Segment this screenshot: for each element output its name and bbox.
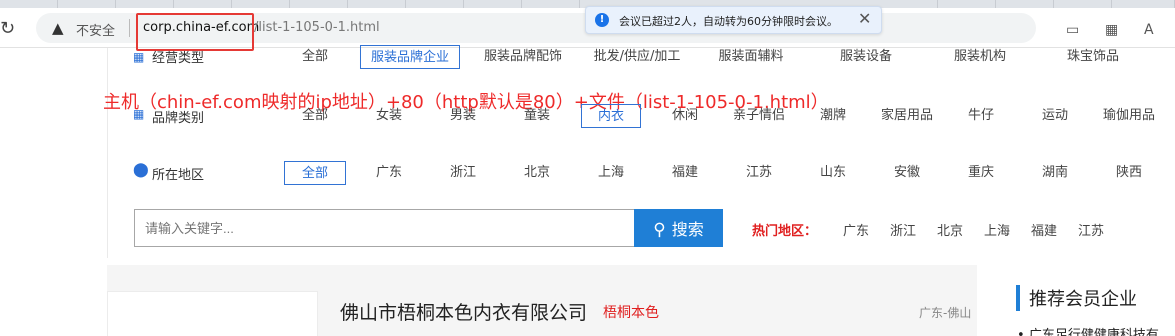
warning-icon[interactable]: ▲ (52, 19, 64, 37)
filter-option[interactable]: 童装 (524, 104, 550, 128)
browser-tab[interactable] (996, 0, 1054, 8)
hot-region-link[interactable]: 江苏 (1078, 220, 1104, 239)
company-region: 广东-佛山 (919, 306, 972, 320)
browser-tab[interactable] (464, 0, 522, 8)
filter-option[interactable]: 陕西 (1116, 161, 1142, 185)
browser-tab[interactable] (232, 0, 290, 8)
filter-option[interactable]: 服装品牌配饰 (484, 45, 562, 69)
filter-option[interactable]: 全部 (302, 104, 328, 128)
filter-label: 品牌类别 (152, 111, 205, 126)
browser-tab[interactable] (58, 0, 116, 8)
sidebar-title: 推荐会员企业 (1016, 285, 1137, 311)
filter-option[interactable]: 江苏 (746, 161, 772, 185)
filter-option[interactable]: 浙江 (450, 161, 476, 185)
hot-region-link[interactable]: 广东 (843, 220, 869, 239)
filter-option[interactable]: 山东 (820, 161, 846, 185)
search-input[interactable] (134, 209, 634, 247)
filter-option[interactable]: 福建 (672, 161, 698, 185)
filter-option[interactable]: 瑜伽用品 (1103, 104, 1155, 128)
hot-regions-label: 热门地区： (752, 224, 818, 239)
company-logo[interactable] (107, 291, 318, 336)
location-pin-icon: ⬤ (133, 162, 149, 178)
filter-option-selected[interactable]: 全部 (284, 161, 346, 185)
browser-tab[interactable] (522, 0, 580, 8)
hot-region-link[interactable]: 北京 (937, 220, 963, 239)
filter-option[interactable]: 全部 (302, 45, 328, 69)
insecure-label[interactable]: 不安全 (76, 20, 115, 39)
filter-option[interactable]: 服装面辅料 (718, 45, 783, 69)
browser-tab[interactable] (0, 0, 58, 8)
filter-option[interactable]: 重庆 (968, 161, 994, 185)
page: ↻ ▲ 不安全 corp.china-ef.com /list-1-105-0-… (0, 0, 1175, 336)
filter-option[interactable]: 服装设备 (840, 45, 892, 69)
filter-option[interactable]: 休闲 (672, 104, 698, 128)
category-icon: ▦ (133, 50, 145, 64)
hot-region-link[interactable]: 福建 (1031, 220, 1057, 239)
filter-option[interactable]: 珠宝饰品 (1067, 45, 1119, 69)
filter-option-selected[interactable]: 服装品牌企业 (359, 45, 461, 69)
filter-option-selected[interactable]: 内衣 (581, 104, 641, 128)
filter-row-business-type: ▦ 经营类型 全部 服装品牌企业 服装品牌配饰 批发/供应/加工 服装面辅料 服… (0, 42, 1175, 72)
filter-option[interactable]: 上海 (598, 161, 624, 185)
search-button[interactable]: ⚲ 搜索 (634, 209, 723, 247)
filter-option[interactable]: 亲子情侣 (733, 104, 785, 128)
filter-option[interactable]: 广东 (376, 161, 402, 185)
browser-tab[interactable] (938, 0, 996, 8)
info-icon: ! (595, 13, 609, 27)
read-aloud-icon[interactable]: A (1144, 22, 1154, 38)
filter-label: 经营类型 (152, 51, 205, 66)
browser-tab[interactable] (174, 0, 232, 8)
device-icon[interactable]: ▭ (1066, 22, 1079, 38)
url-path[interactable]: /list-1-105-0-1.html (254, 20, 380, 35)
browser-tab[interactable] (348, 0, 406, 8)
browser-tab[interactable] (880, 0, 938, 8)
hot-region-link[interactable]: 浙江 (890, 220, 916, 239)
browser-tab[interactable] (116, 0, 174, 8)
filter-option[interactable]: 牛仔 (968, 104, 994, 128)
filter-option[interactable]: 服装机构 (954, 45, 1006, 69)
filter-option[interactable]: 家居用品 (881, 104, 933, 128)
apps-icon[interactable]: ▦ (1105, 22, 1118, 38)
content-border (107, 48, 108, 258)
meeting-notification: ! 会议已超过2人，自动转为60分钟限时会议。 ✕ (585, 6, 882, 34)
url-divider (129, 19, 130, 37)
filter-option[interactable]: 批发/供应/加工 (594, 45, 681, 69)
filter-row-region: ⬤ 所在地区 全部 广东 浙江 北京 上海 福建 江苏 山东 安徽 重庆 湖南 … (0, 157, 1175, 187)
browser-tab[interactable] (1112, 0, 1175, 8)
filter-option[interactable]: 男装 (450, 104, 476, 128)
company-name-link[interactable]: 佛山市梧桐本色内衣有限公司 (340, 298, 587, 325)
grid-icon: ▦ (133, 107, 145, 121)
hot-region-link[interactable]: 上海 (984, 220, 1010, 239)
search-icon: ⚲ (653, 220, 666, 240)
filter-option[interactable]: 安徽 (894, 161, 920, 185)
filter-option[interactable]: 北京 (524, 161, 550, 185)
browser-tab[interactable] (406, 0, 464, 8)
browser-tab[interactable] (290, 0, 348, 8)
notification-text: 会议已超过2人，自动转为60分钟限时会议。 (619, 15, 838, 28)
close-icon[interactable]: ✕ (858, 9, 871, 28)
search-button-label: 搜索 (671, 220, 704, 239)
filter-option[interactable]: 湖南 (1042, 161, 1068, 185)
sidebar-company-link[interactable]: 广东足行健健康科技有 (1017, 324, 1159, 336)
filter-row-brand-category: ▦ 品牌类别 全部 女装 男装 童装 内衣 休闲 亲子情侣 潮牌 家居用品 牛仔… (0, 100, 1175, 130)
company-brand[interactable]: 梧桐本色 (603, 302, 659, 322)
filter-option[interactable]: 运动 (1042, 104, 1068, 128)
filter-option[interactable]: 女装 (376, 104, 402, 128)
filter-option[interactable]: 潮牌 (820, 104, 846, 128)
browser-tab[interactable] (1054, 0, 1112, 8)
reload-icon[interactable]: ↻ (0, 18, 15, 39)
filter-label: 所在地区 (152, 168, 205, 183)
